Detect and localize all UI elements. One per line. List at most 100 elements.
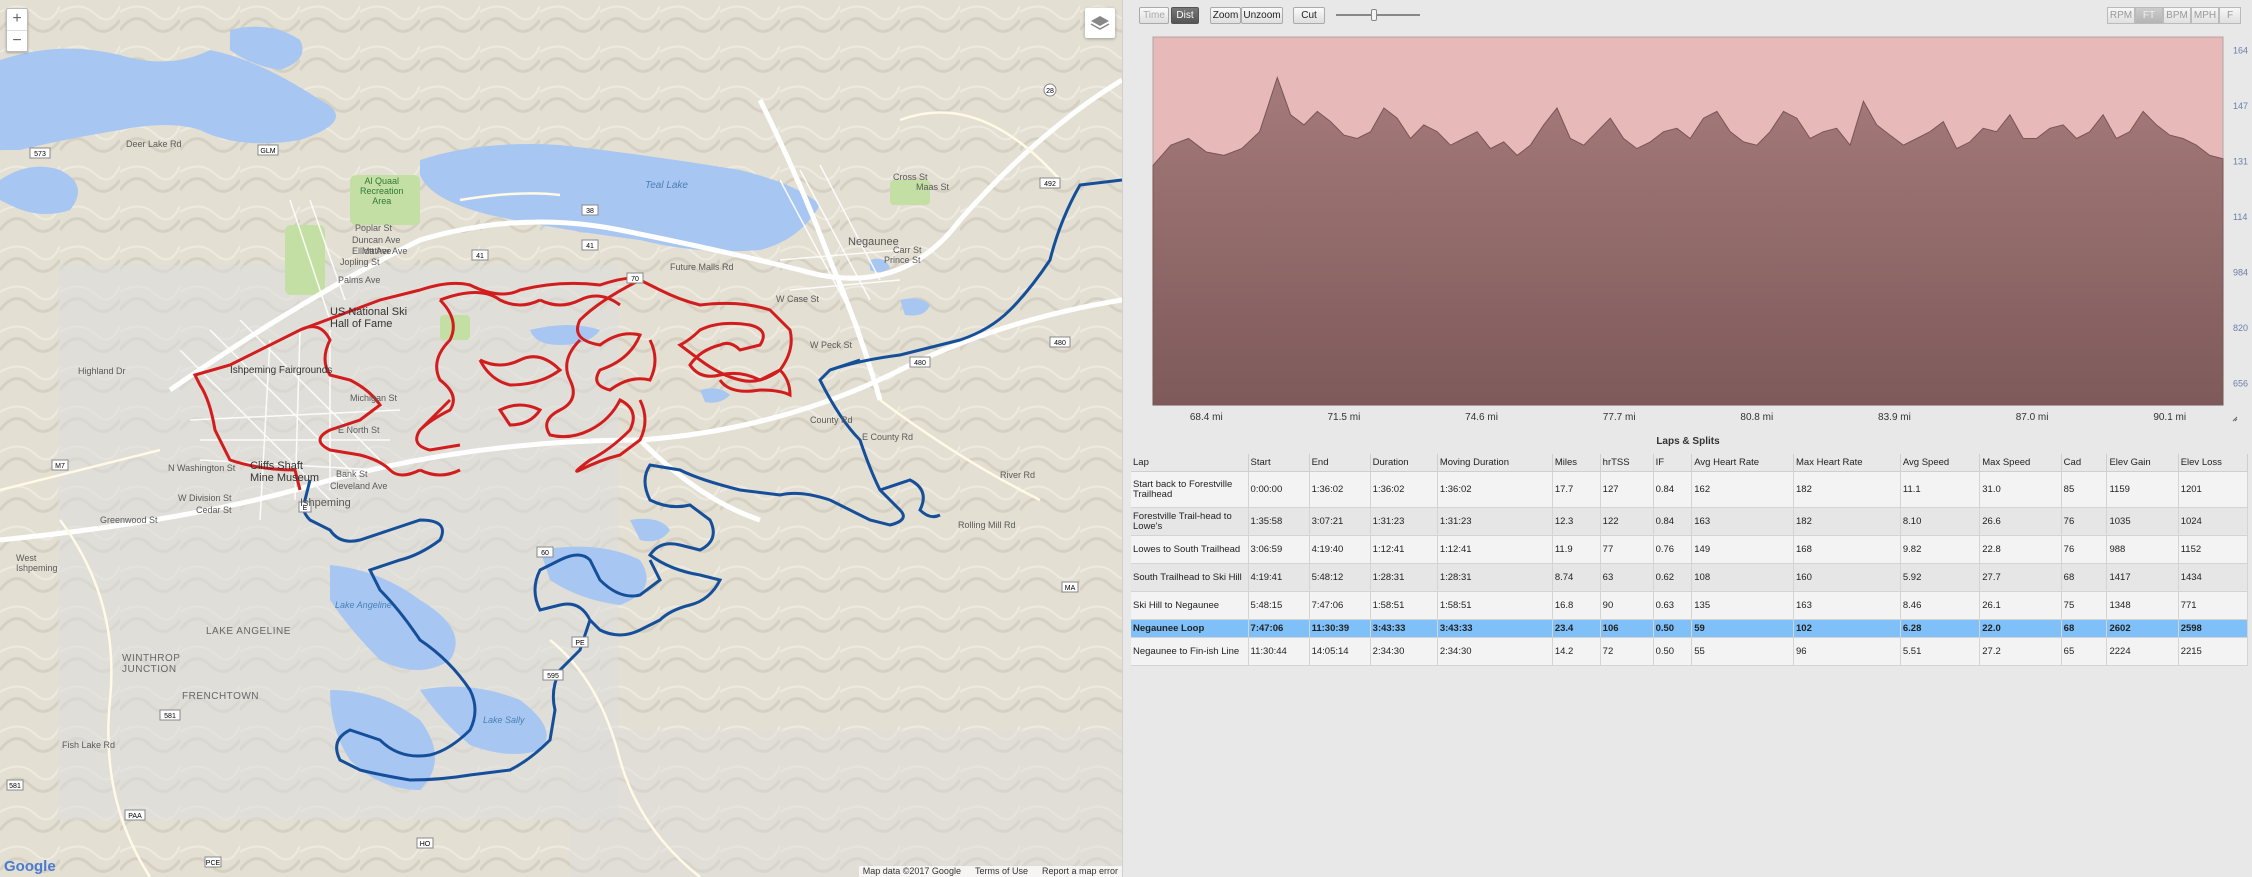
label-cross-st: Cross St xyxy=(893,172,928,182)
column-header-elev-gain[interactable]: Elev Gain xyxy=(2106,454,2179,472)
lap-cell-cad: 68 xyxy=(2061,563,2108,592)
label-lake-angeline-water: Lake Angeline xyxy=(335,600,392,610)
lap-row[interactable]: Negaunee to Fin-ish Line 11:30:44 14:05:14… xyxy=(1131,637,2249,666)
label-fish-lake-rd: Fish Lake Rd xyxy=(62,740,116,750)
time-axis-button[interactable]: Time xyxy=(1139,7,1169,24)
y-tick-label: 147 xyxy=(2233,101,2248,111)
lap-cell-duration: 3:43:33 xyxy=(1370,619,1438,638)
column-header-start[interactable]: Start xyxy=(1248,454,1310,472)
lap-cell-elev-gain: 1035 xyxy=(2106,507,2179,536)
lap-cell-avg-speed: 8.46 xyxy=(1900,591,1981,620)
lap-cell-moving-duration: 1:12:41 xyxy=(1437,535,1553,564)
lap-cell-miles: 11.9 xyxy=(1552,535,1601,564)
column-header-if[interactable]: IF xyxy=(1653,454,1693,472)
map-view[interactable]: 41 41 28 70 480 480 492 M7 GLM 573 38 60… xyxy=(0,0,1122,877)
column-header-max-speed[interactable]: Max Speed xyxy=(1979,454,2062,472)
zoom-button[interactable]: Zoom xyxy=(1210,7,1241,24)
map-layers-button[interactable] xyxy=(1085,8,1115,38)
lap-row[interactable]: Ski Hill to Negaunee 5:48:15 7:47:06 1:58:5… xyxy=(1131,591,2249,620)
lap-cell-hrtss: 127 xyxy=(1600,471,1654,508)
column-header-end[interactable]: End xyxy=(1309,454,1371,472)
lap-cell-hrtss: 63 xyxy=(1600,563,1654,592)
lap-row[interactable]: Negaunee Loop 7:47:06 11:30:39 3:43:33 3:43:… xyxy=(1131,619,2249,638)
svg-text:595: 595 xyxy=(547,673,559,680)
smoothing-slider-knob[interactable] xyxy=(1370,9,1377,21)
metric-button-ft[interactable]: FT xyxy=(2135,7,2163,24)
lap-cell-max-heart-rate: 182 xyxy=(1793,507,1901,536)
label-ishpeming: Ishpeming xyxy=(300,497,351,509)
label-lake-angeline-town: LAKE ANGELINE xyxy=(206,626,291,637)
label-frenchtown: FRENCHTOWN xyxy=(182,691,260,702)
lap-cell-duration: 1:58:51 xyxy=(1370,591,1438,620)
label-n-washington-st: N Washington St xyxy=(168,463,236,473)
lap-row[interactable]: South Trailhead to Ski Hill 4:19:41 5:48:1… xyxy=(1131,563,2249,592)
lap-cell-miles: 12.3 xyxy=(1552,507,1601,536)
column-header-cad[interactable]: Cad xyxy=(2061,454,2108,472)
lap-row[interactable]: Forestville Trail-head to Lowe's 1:35:58 3… xyxy=(1131,507,2249,536)
label-greenwood-st: Greenwood St xyxy=(100,515,158,525)
label-county-rd: County Rd xyxy=(810,415,853,425)
lap-cell-max-speed: 31.0 xyxy=(1979,471,2062,508)
svg-text:PCE: PCE xyxy=(206,860,221,867)
elevation-chart[interactable]: 656 820 984 114 131 147 164 68.4 mi 71.5 mi 74.6 … xyxy=(1123,30,2252,430)
y-tick-label: 984 xyxy=(2233,267,2248,277)
metric-button-bpm[interactable]: BPM xyxy=(2163,7,2191,24)
column-header-lap[interactable]: Lap xyxy=(1131,454,1249,472)
column-header-miles[interactable]: Miles xyxy=(1552,454,1601,472)
svg-text:573: 573 xyxy=(34,151,46,158)
distance-axis-button[interactable]: Dist xyxy=(1171,7,1199,24)
unzoom-button[interactable]: Unzoom xyxy=(1241,7,1283,24)
lap-row[interactable]: Start back to Forestville Trailhead 0:00:… xyxy=(1131,471,2249,508)
lap-cell-lap: Forestville Trail-head to Lowe's xyxy=(1131,507,1249,536)
column-header-hrtss[interactable]: hrTSS xyxy=(1600,454,1654,472)
label-river-rd: River Rd xyxy=(1000,470,1036,480)
lap-cell-moving-duration: 1:36:02 xyxy=(1437,471,1553,508)
lap-cell-duration: 1:31:23 xyxy=(1370,507,1438,536)
zoom-out-button[interactable]: − xyxy=(7,30,27,51)
column-header-avg-heart-rate[interactable]: Avg Heart Rate xyxy=(1691,454,1795,472)
terms-of-use-link[interactable]: Terms of Use xyxy=(975,866,1028,877)
lap-cell-max-heart-rate: 163 xyxy=(1793,591,1901,620)
svg-text:28: 28 xyxy=(1046,88,1054,95)
svg-text:480: 480 xyxy=(914,360,926,367)
lap-cell-max-heart-rate: 102 xyxy=(1793,619,1901,638)
lap-cell-hrtss: 106 xyxy=(1600,619,1654,638)
lap-cell-start: 0:00:00 xyxy=(1248,471,1310,508)
cut-button[interactable]: Cut xyxy=(1293,7,1325,24)
map-canvas[interactable]: 41 41 28 70 480 480 492 M7 GLM 573 38 60… xyxy=(0,0,1122,877)
lap-cell-max-speed: 22.8 xyxy=(1979,535,2062,564)
column-header-max-heart-rate[interactable]: Max Heart Rate xyxy=(1793,454,1901,472)
lap-cell-start: 11:30:44 xyxy=(1248,637,1310,666)
lap-cell-end: 5:48:12 xyxy=(1309,563,1371,592)
zoom-in-button[interactable]: + xyxy=(7,9,27,30)
column-header-avg-speed[interactable]: Avg Speed xyxy=(1900,454,1981,472)
label-fairgrounds: Ishpeming Fairgrounds xyxy=(230,365,333,376)
metric-button-f[interactable]: F xyxy=(2219,7,2241,24)
smoothing-slider-track[interactable] xyxy=(1336,14,1420,16)
metric-button-rpm[interactable]: RPM xyxy=(2107,7,2135,24)
svg-text:MA: MA xyxy=(1065,585,1076,592)
lap-cell-elev-loss: 1152 xyxy=(2178,535,2249,564)
lap-cell-start: 4:19:41 xyxy=(1248,563,1310,592)
label-us-national: US National Ski Hall of Fame xyxy=(330,306,408,330)
lap-row[interactable]: Lowes to South Trailhead 3:06:59 4:19:40 1:… xyxy=(1131,535,2249,564)
metric-button-mph[interactable]: MPH xyxy=(2191,7,2219,24)
lap-cell-avg-heart-rate: 108 xyxy=(1691,563,1795,592)
label-highland-dr: Highland Dr xyxy=(78,366,126,376)
lap-cell-hrtss: 72 xyxy=(1600,637,1654,666)
column-header-duration[interactable]: Duration xyxy=(1370,454,1438,472)
lap-cell-cad: 65 xyxy=(2061,637,2108,666)
lap-cell-if: 0.62 xyxy=(1653,563,1693,592)
label-w-division-st: W Division St xyxy=(178,493,232,503)
lap-cell-moving-duration: 1:58:51 xyxy=(1437,591,1553,620)
column-header-elev-loss[interactable]: Elev Loss xyxy=(2178,454,2249,472)
label-e-county-rd: E County Rd xyxy=(862,432,914,442)
column-header-moving-duration[interactable]: Moving Duration xyxy=(1437,454,1553,472)
lap-cell-avg-heart-rate: 59 xyxy=(1691,619,1795,638)
report-map-error-link[interactable]: Report a map error xyxy=(1042,866,1118,877)
svg-text:70: 70 xyxy=(631,276,639,283)
svg-text:HO: HO xyxy=(420,841,431,848)
y-tick-label: 164 xyxy=(2233,46,2248,56)
lap-cell-lap: Lowes to South Trailhead xyxy=(1131,535,1249,564)
lap-cell-moving-duration: 3:43:33 xyxy=(1437,619,1553,638)
